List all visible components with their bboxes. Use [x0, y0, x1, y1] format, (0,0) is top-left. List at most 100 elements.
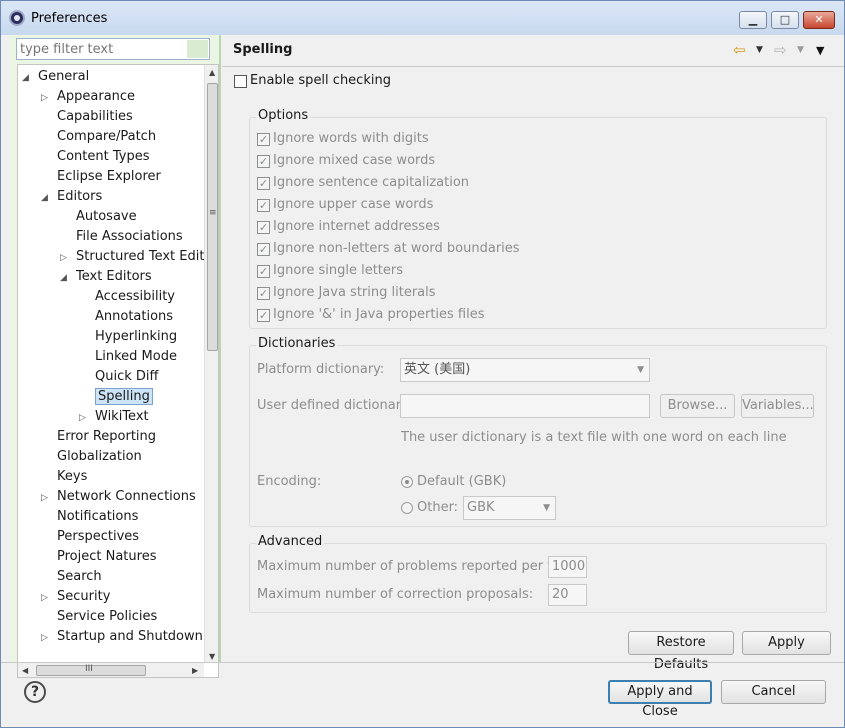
hscroll-grip-icon: III	[85, 664, 93, 674]
tree-hscroll-thumb[interactable]: III	[36, 664, 146, 676]
option-label: Ignore sentence capitalization	[273, 175, 470, 190]
option-checkbox[interactable]: ✓	[257, 133, 270, 146]
cancel-button[interactable]: Cancel	[721, 680, 826, 704]
other-encoding-radio[interactable]	[401, 502, 413, 514]
tree-item[interactable]: Notifications	[41, 508, 138, 528]
option-checkbox[interactable]: ✓	[257, 155, 270, 168]
tree-scroll-thumb[interactable]: ≡	[207, 83, 218, 351]
apply-and-close-button[interactable]: Apply and Close	[608, 680, 712, 719]
tree-item[interactable]: Keys	[41, 468, 87, 488]
enable-spell-label: Enable spell checking	[250, 73, 391, 88]
option-checkbox[interactable]: ✓	[257, 243, 270, 256]
tree-vertical-scrollbar[interactable]: ▲ ≡ ▼	[204, 65, 218, 662]
close-button[interactable]: ✕	[803, 11, 835, 29]
tree-item[interactable]: File Associations	[60, 228, 183, 248]
tree-item[interactable]: Error Reporting	[41, 428, 156, 448]
tree-item-label: Security	[57, 589, 111, 604]
tree-item[interactable]: Compare/Patch	[41, 128, 156, 148]
tree-item[interactable]: ◢ Editors	[41, 188, 102, 208]
user-dictionary-field[interactable]	[400, 394, 650, 418]
tree-item-label: General	[38, 69, 90, 84]
expanded-twisty-icon[interactable]: ◢	[41, 193, 49, 203]
scroll-up-icon[interactable]: ▲	[209, 68, 215, 77]
tree-item[interactable]: Service Policies	[41, 608, 157, 628]
option-checkbox[interactable]: ✓	[257, 221, 270, 234]
option-checkbox[interactable]: ✓	[257, 309, 270, 322]
view-menu-icon[interactable]: ▼	[816, 44, 824, 57]
scroll-left-icon[interactable]: ◀	[22, 666, 28, 675]
tree-item[interactable]: Eclipse Explorer	[41, 168, 161, 188]
browse-button[interactable]: Browse...	[660, 394, 735, 418]
tree-item[interactable]: Search	[41, 568, 102, 588]
tree-item[interactable]: ▷ Structured Text Edit	[60, 248, 204, 268]
tree-item[interactable]: Hyperlinking	[79, 328, 177, 348]
tree-item[interactable]: Linked Mode	[79, 348, 177, 368]
advanced-group-title: Advanced	[256, 534, 325, 549]
tree-horizontal-scrollbar[interactable]: ◀ III ▶	[18, 662, 204, 677]
tree-item[interactable]: ▷ Network Connections	[41, 488, 196, 508]
user-dictionary-label: User defined dictionary:	[257, 398, 413, 413]
variables-button[interactable]: Variables...	[741, 394, 814, 418]
expanded-twisty-icon[interactable]: ◢	[22, 73, 30, 83]
title-bar[interactable]: Preferences ▁ □ ✕	[1, 1, 844, 35]
option-checkbox[interactable]: ✓	[257, 199, 270, 212]
preference-page: Spelling ⇦ ▼ ⇨ ▼ ▼ Enable spell checking…	[222, 35, 844, 672]
collapsed-twisty-icon[interactable]: ▷	[41, 493, 49, 503]
help-icon[interactable]: ?	[24, 681, 46, 703]
scroll-right-icon[interactable]: ▶	[192, 666, 198, 675]
filter-input[interactable]	[16, 38, 210, 60]
tree-item[interactable]: ▷ Appearance	[41, 88, 135, 108]
expanded-twisty-icon[interactable]: ◢	[60, 273, 68, 283]
encoding-label: Encoding:	[257, 474, 322, 489]
option-checkbox[interactable]: ✓	[257, 265, 270, 278]
forward-arrow-icon[interactable]: ⇨	[774, 41, 787, 59]
option-label: Ignore '&' in Java properties files	[273, 307, 485, 322]
preferences-window: Preferences ▁ □ ✕ ◢ General ▷ Appearance Cap…	[0, 0, 845, 728]
option-checkbox[interactable]: ✓	[257, 177, 270, 190]
scroll-down-icon[interactable]: ▼	[209, 652, 215, 661]
tree-item[interactable]: Globalization	[41, 448, 142, 468]
other-encoding-select[interactable]: GBK ▼	[463, 496, 556, 520]
max-proposals-field[interactable]: 20	[548, 584, 587, 606]
collapsed-twisty-icon[interactable]: ▷	[41, 593, 49, 603]
collapsed-twisty-icon[interactable]: ▷	[60, 253, 68, 263]
tree-item[interactable]: Capabilities	[41, 108, 133, 128]
option-label: Ignore mixed case words	[273, 153, 436, 168]
tree-item-label: Accessibility	[95, 289, 175, 304]
navigation-pane: ◢ General ▷ Appearance Capabilities Compare/P…	[10, 35, 221, 678]
tree-item[interactable]: Quick Diff	[79, 368, 158, 388]
tree-item[interactable]: Accessibility	[79, 288, 175, 308]
back-menu-chevron-icon[interactable]: ▼	[756, 45, 763, 55]
tree-item-label: Structured Text Edit	[76, 249, 205, 264]
filter-clear-icon[interactable]	[187, 40, 208, 58]
tree-item[interactable]: Perspectives	[41, 528, 139, 548]
window-title: Preferences	[31, 11, 108, 26]
tree-item[interactable]: Autosave	[60, 208, 137, 228]
tree-item[interactable]: Content Types	[41, 148, 149, 168]
other-encoding-label: Other:	[417, 500, 459, 515]
tree-item[interactable]: Annotations	[79, 308, 173, 328]
tree-item[interactable]: ▷ Startup and Shutdown	[41, 628, 203, 648]
restore-defaults-button[interactable]: Restore Defaults	[628, 631, 734, 672]
option-label: Ignore internet addresses	[273, 219, 440, 234]
default-encoding-radio[interactable]	[401, 476, 413, 488]
tree-item[interactable]: Spelling	[79, 388, 153, 408]
tree-item[interactable]: Project Natures	[41, 548, 156, 568]
tree-item[interactable]: ◢ General	[22, 68, 89, 88]
maximize-button[interactable]: □	[771, 11, 799, 29]
platform-dictionary-select[interactable]: 英文 (美国) ▼	[400, 358, 650, 382]
collapsed-twisty-icon[interactable]: ▷	[41, 633, 49, 643]
forward-menu-chevron-icon[interactable]: ▼	[797, 45, 804, 55]
collapsed-twisty-icon[interactable]: ▷	[41, 93, 49, 103]
tree-item[interactable]: ◢ Text Editors	[60, 268, 152, 288]
back-arrow-icon[interactable]: ⇦	[733, 41, 746, 59]
collapsed-twisty-icon[interactable]: ▷	[79, 413, 87, 423]
apply-button[interactable]: Apply	[742, 631, 831, 655]
option-checkbox[interactable]: ✓	[257, 287, 270, 300]
tree-item[interactable]: ▷ WikiText	[79, 408, 149, 428]
tree-item-label: Annotations	[95, 309, 174, 324]
tree-item[interactable]: ▷ Security	[41, 588, 110, 608]
minimize-button[interactable]: ▁	[739, 11, 767, 29]
enable-spell-checkbox[interactable]	[234, 75, 247, 88]
max-problems-field[interactable]: 1000	[548, 556, 587, 578]
